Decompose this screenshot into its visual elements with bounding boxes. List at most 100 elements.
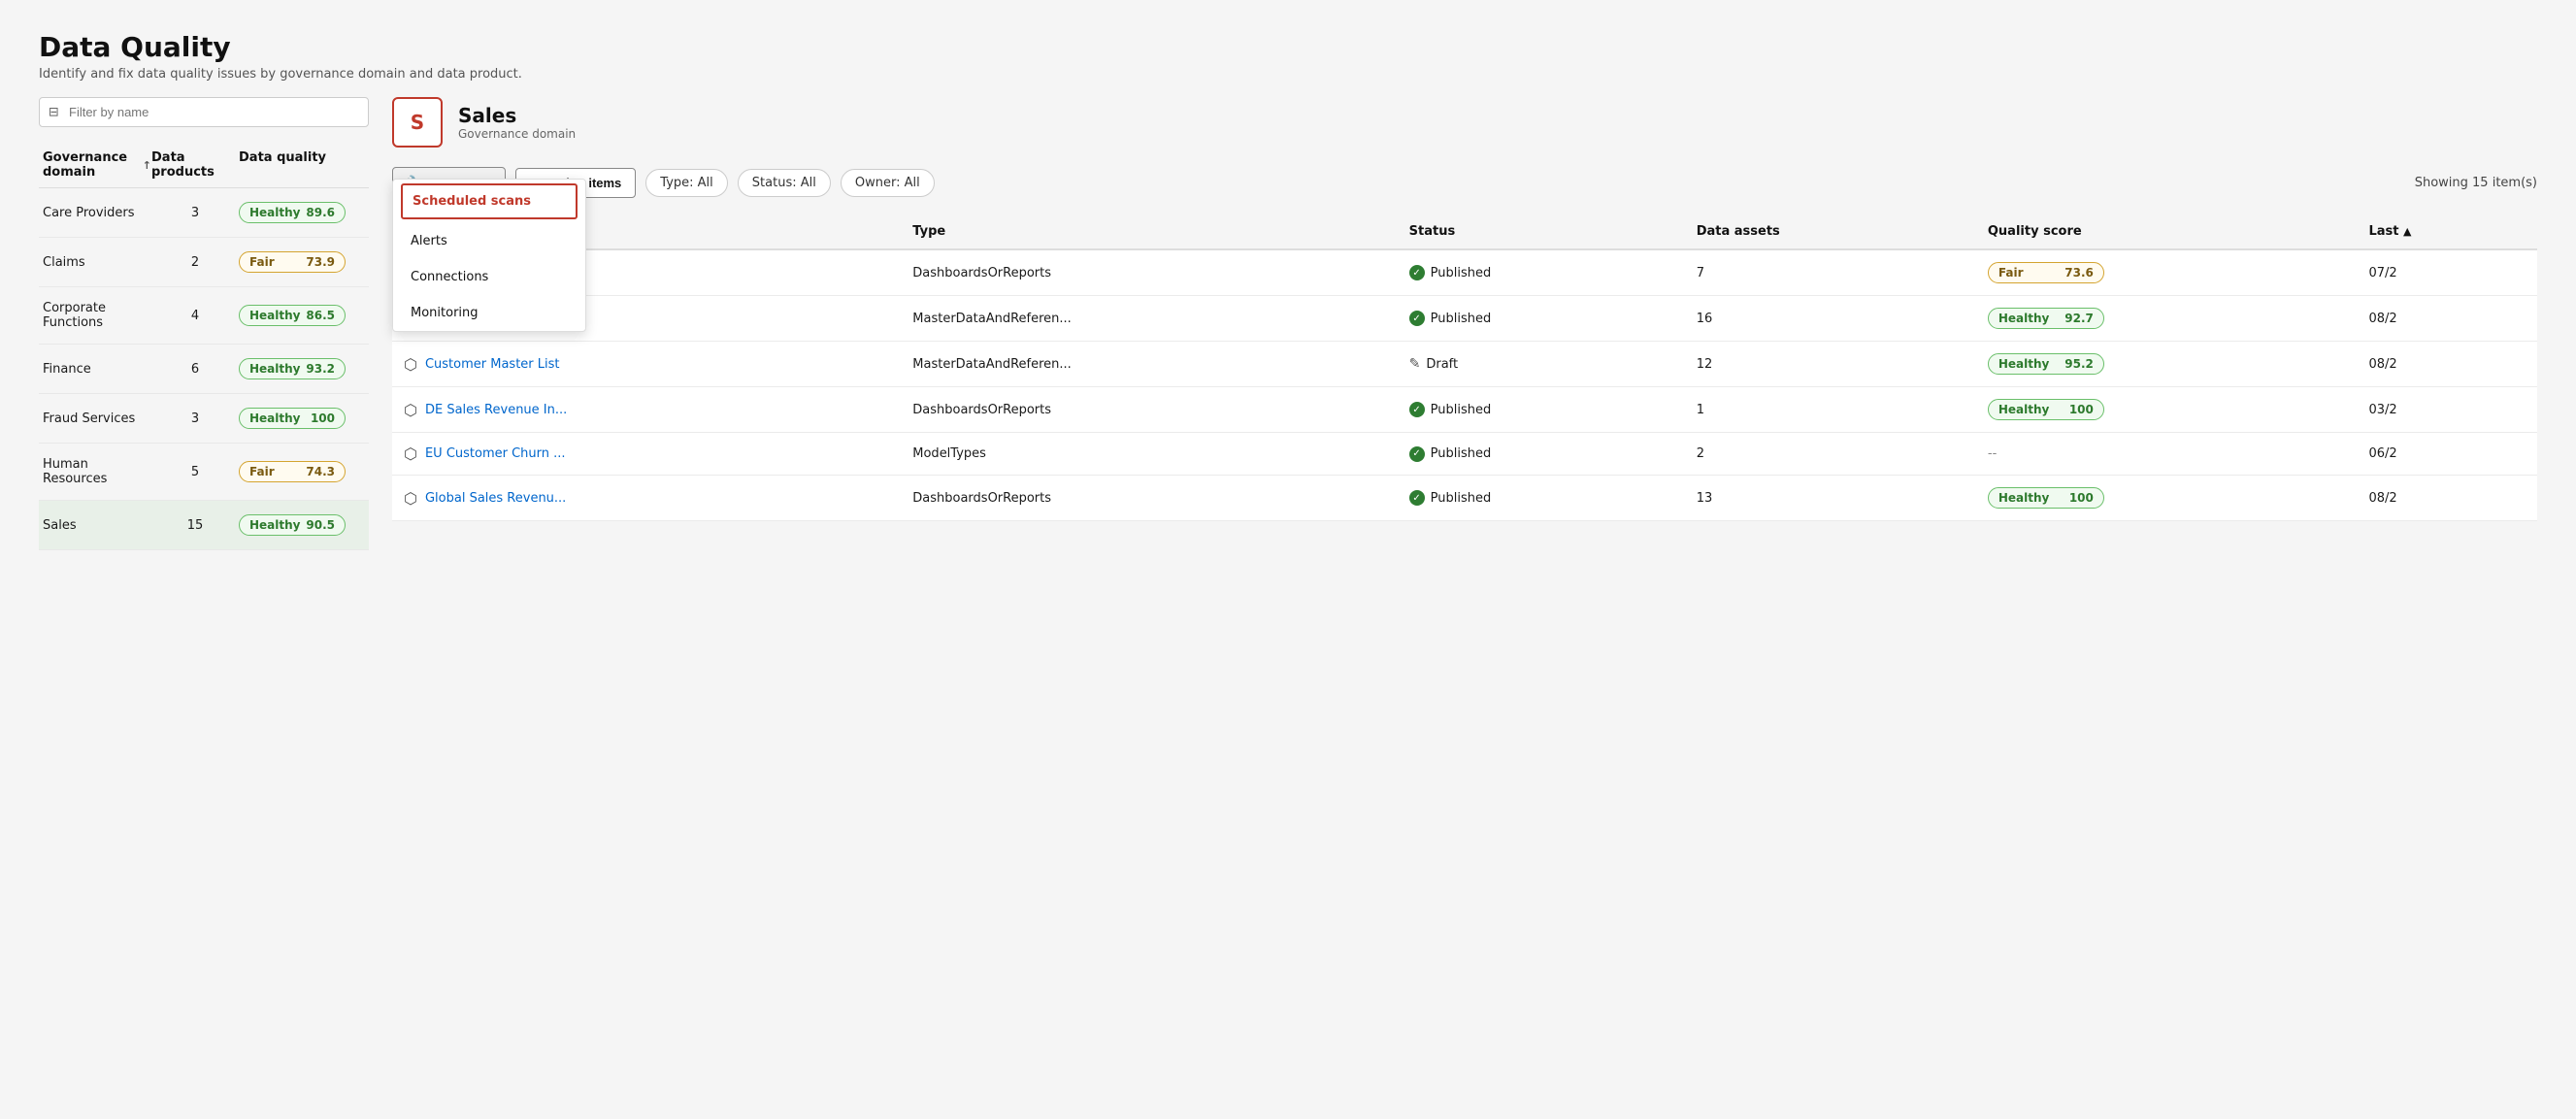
badge-score: 89.6 [306, 206, 335, 219]
page-subtitle: Identify and fix data quality issues by … [39, 67, 2537, 82]
quality-badge: Fair 73.6 [1988, 262, 2104, 283]
status-label: Published [1431, 403, 1492, 417]
left-table-row[interactable]: Human Resources 5 Fair 74.3 [39, 444, 369, 501]
left-table-row[interactable]: Finance 6 Healthy 93.2 [39, 345, 369, 394]
dropdown-item-scheduled-scans[interactable]: Scheduled scans [401, 183, 578, 219]
table-row: ⬡—MasterDataAndReferen...✓Published16 He… [392, 296, 2537, 342]
status-label: Published [1431, 491, 1492, 506]
product-name[interactable]: Customer Master List [425, 357, 560, 372]
quality-badge: Healthy 90.5 [239, 514, 346, 536]
badge-score: 100 [311, 411, 335, 425]
dropdown-item-monitoring[interactable]: Monitoring [393, 295, 585, 331]
badge-score: 92.7 [2064, 312, 2094, 325]
page-title: Data Quality [39, 31, 2537, 63]
badge-label: Healthy [1998, 403, 2050, 416]
search-input[interactable] [39, 97, 369, 127]
domain-name: Human Resources [43, 457, 151, 486]
quality-badge: Healthy 95.2 [1988, 353, 2104, 375]
type-cell: DashboardsOrReports [901, 387, 1397, 433]
status-label: Draft [1426, 357, 1458, 372]
quality-badge: Healthy 93.2 [239, 358, 346, 379]
domain-name: Care Providers [43, 206, 151, 220]
product-name-cell: ⬡ Global Sales Revenu... [392, 476, 901, 521]
last-cell: 07/2 [2358, 249, 2538, 296]
left-table-row[interactable]: Sales 15 Healthy 90.5 [39, 501, 369, 550]
badge-score: 95.2 [2064, 357, 2094, 371]
product-name[interactable]: DE Sales Revenue In... [425, 403, 567, 417]
quality-score-cell: Fair 73.6 [1976, 249, 2358, 296]
quality-badge: Fair 74.3 [239, 461, 346, 482]
product-icon: ⬡ [404, 444, 417, 463]
product-name-cell: ⬡ EU Customer Churn ... [392, 433, 901, 476]
badge-score: 74.3 [306, 465, 335, 478]
product-icon: ⬡ [404, 355, 417, 374]
status-label: Published [1431, 446, 1492, 461]
badge-score: 90.5 [306, 518, 335, 532]
assets-cell: 7 [1685, 249, 1976, 296]
left-table-row[interactable]: Claims 2 Fair 73.9 [39, 238, 369, 287]
domain-name: Sales [43, 518, 151, 533]
badge-label: Fair [249, 465, 275, 478]
quality-badge: Fair 73.9 [239, 251, 346, 273]
col-type: Type [901, 214, 1397, 249]
domain-type: Governance domain [458, 127, 576, 141]
quality-dash: -- [1988, 446, 1997, 461]
badge-label: Healthy [1998, 357, 2050, 371]
status-icon: ✓ [1409, 402, 1425, 417]
last-cell: 08/2 [2358, 476, 2538, 521]
last-cell: 08/2 [2358, 296, 2538, 342]
badge-label: Healthy [249, 518, 301, 532]
last-cell: 06/2 [2358, 433, 2538, 476]
left-table-row[interactable]: Corporate Functions 4 Healthy 86.5 [39, 287, 369, 345]
quality-badge: Healthy 100 [1988, 399, 2104, 420]
status-cell: ✓Published [1398, 296, 1685, 342]
badge-label: Healthy [249, 362, 301, 376]
badge-label: Healthy [249, 206, 301, 219]
domain-header: S Sales Governance domain [392, 97, 2537, 148]
col-quality: Quality score [1976, 214, 2358, 249]
domain-name: Finance [43, 362, 151, 377]
products-count: 3 [151, 206, 239, 220]
showing-info: Showing 15 item(s) [2415, 176, 2537, 190]
status-cell: ✓Published [1398, 249, 1685, 296]
type-cell: ModelTypes [901, 433, 1397, 476]
status-icon: ✓ [1409, 446, 1425, 462]
page-header: Data Quality Identify and fix data quali… [39, 31, 2537, 82]
quality-score-cell: Healthy 100 [1976, 387, 2358, 433]
status-cell: ✎ Draft [1398, 342, 1685, 387]
products-count: 15 [151, 518, 239, 533]
assets-cell: 1 [1685, 387, 1976, 433]
dropdown-item-connections[interactable]: Connections [393, 259, 585, 295]
last-cell: 08/2 [2358, 342, 2538, 387]
badge-label: Healthy [1998, 491, 2050, 505]
toolbar: 🔧 Manage ∨ 86 action items Type: All Sta… [392, 167, 2537, 199]
status-icon: ✓ [1409, 490, 1425, 506]
owner-filter-pill[interactable]: Owner: All [841, 169, 935, 197]
product-icon: ⬡ [404, 489, 417, 508]
table-row: ⬡—DashboardsOrReports✓Published7 Fair 73… [392, 249, 2537, 296]
badge-score: 86.5 [306, 309, 335, 322]
badge-label: Healthy [1998, 312, 2050, 325]
last-cell: 03/2 [2358, 387, 2538, 433]
right-panel: S Sales Governance domain 🔧 Manage ∨ 86 … [392, 97, 2537, 521]
status-filter-pill[interactable]: Status: All [738, 169, 831, 197]
domain-icon: S [392, 97, 443, 148]
domain-name: Corporate Functions [43, 301, 151, 330]
product-name[interactable]: Global Sales Revenu... [425, 491, 566, 506]
domain-name: Fraud Services [43, 411, 151, 426]
draft-icon: ✎ [1409, 356, 1421, 372]
left-table-row[interactable]: Fraud Services 3 Healthy 100 [39, 394, 369, 444]
badge-label: Healthy [249, 411, 301, 425]
col-header-quality: Data quality [239, 150, 365, 180]
type-cell: DashboardsOrReports [901, 249, 1397, 296]
col-status: Status [1398, 214, 1685, 249]
quality-badge: Healthy 92.7 [1988, 308, 2104, 329]
status-label: Published [1431, 312, 1492, 326]
type-filter-pill[interactable]: Type: All [645, 169, 728, 197]
main-layout: ⊟ Governance domain ↑ Data products Data… [39, 97, 2537, 550]
col-header-products: Data products [151, 150, 239, 180]
product-name[interactable]: EU Customer Churn ... [425, 446, 566, 461]
dropdown-item-alerts[interactable]: Alerts [393, 223, 585, 259]
left-table-row[interactable]: Care Providers 3 Healthy 89.6 [39, 188, 369, 238]
badge-score: 100 [2069, 403, 2094, 416]
